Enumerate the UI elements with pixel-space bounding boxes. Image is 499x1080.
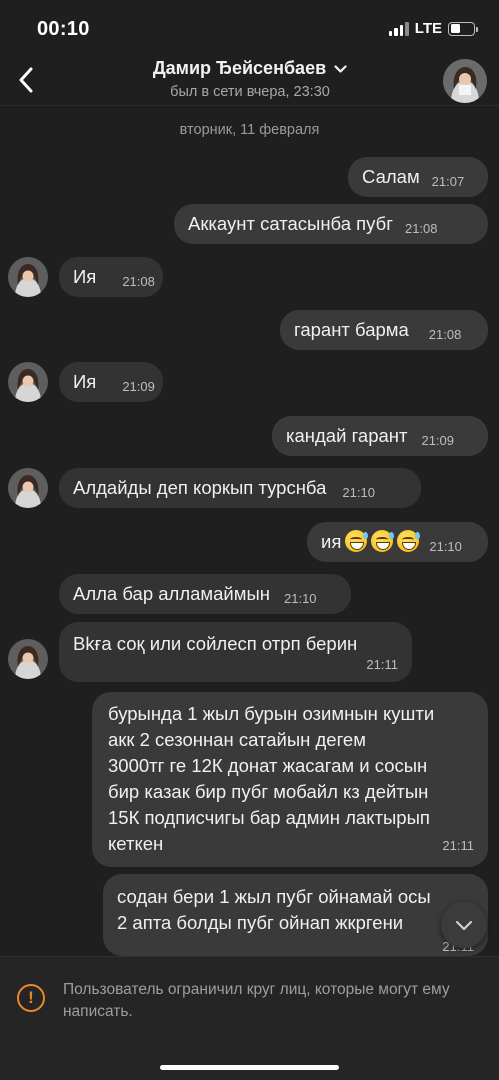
- sender-avatar[interactable]: [8, 468, 48, 508]
- outgoing-message[interactable]: гарант барма 21:08: [280, 310, 488, 350]
- last-seen-status: был в сети вчера, 23:30: [170, 84, 330, 100]
- message-text: Алла бар алламаймын: [73, 583, 270, 604]
- message-text: гарант барма: [294, 319, 409, 340]
- outgoing-message[interactable]: содан бери 1 жыл пубг ойнамай осы 2 апта…: [103, 874, 488, 956]
- message-time: 21:11: [442, 838, 474, 853]
- message-time: 21:10: [342, 485, 375, 500]
- message-time: 21:08: [404, 221, 438, 236]
- status-indicators: LTE: [388, 20, 478, 37]
- message-line: кеткен: [108, 833, 164, 854]
- incoming-message[interactable]: Вkға соқ или сойлесп отрп берин 21:11: [59, 622, 412, 682]
- incoming-message[interactable]: Алдайды деп коркып турснба 21:10: [59, 468, 421, 508]
- outgoing-message[interactable]: Аккаунт сатасынба пубг 21:08: [174, 204, 488, 244]
- contact-name: Дамир Ђейсенбаев: [152, 58, 327, 78]
- message-time: 21:07: [431, 174, 465, 189]
- home-indicator[interactable]: [160, 1065, 339, 1070]
- chevron-down-icon: [334, 58, 347, 79]
- sender-avatar[interactable]: [8, 639, 48, 679]
- message-text: Салам: [362, 166, 420, 187]
- message-line: 3000тг ге 12К донат жасагам и сосын: [108, 755, 428, 776]
- message-time: 21:09: [122, 379, 155, 394]
- outgoing-message[interactable]: Салам 21:07: [348, 157, 488, 197]
- grinning-sweat-emoji: [397, 530, 421, 552]
- contact-info[interactable]: Дамир Ђейсенбаев был в сети вчера, 23:30: [100, 58, 400, 100]
- message-text: Вkға соқ или сойлесп отрп берин: [73, 633, 358, 654]
- battery-icon: [448, 21, 478, 36]
- grinning-sweat-emoji: [371, 530, 395, 552]
- message-time: 21:08: [122, 274, 155, 289]
- outgoing-message[interactable]: ия 21:10: [307, 522, 488, 562]
- outgoing-message[interactable]: кандай гарант 21:09: [272, 416, 488, 456]
- grinning-sweat-emoji: [345, 530, 369, 552]
- back-arrow-icon: [19, 67, 33, 93]
- signal-icon: [388, 21, 409, 36]
- sender-avatar[interactable]: [8, 362, 48, 402]
- status-bar: 00:10 LTE: [0, 0, 499, 56]
- chat-header: Дамир Ђейсенбаев был в сети вчера, 23:30: [0, 56, 499, 106]
- home-area: [0, 1038, 499, 1080]
- scroll-down-chevron-icon: [455, 920, 473, 930]
- scroll-to-bottom-button[interactable]: [441, 902, 487, 948]
- message-line: содан бери 1 жыл пубг ойнамай осы: [117, 886, 431, 907]
- message-time: 21:09: [421, 433, 455, 448]
- network-label: LTE: [414, 20, 442, 37]
- message-line: бурында 1 жыл бурын озимнын кушти: [108, 703, 435, 724]
- message-time: 21:10: [284, 591, 317, 606]
- message-text: Ия: [73, 266, 97, 287]
- message-line: 15К подписчигы бар админ лактырып: [108, 807, 430, 828]
- incoming-message[interactable]: Ия 21:08: [59, 257, 163, 297]
- message-text: Аккаунт сатасынба пубг: [188, 213, 393, 234]
- warning-icon: !: [17, 984, 45, 1012]
- message-line: бир казак бир пубг мобайл кз дейтын: [108, 781, 429, 802]
- message-line: акк 2 сезоннан сатайын дегем: [108, 729, 366, 750]
- message-time: 21:10: [429, 539, 462, 554]
- incoming-message[interactable]: Ия 21:09: [59, 362, 163, 402]
- message-line: 2 апта болды пубг ойнап жкргени: [117, 912, 404, 933]
- restriction-notice: ! Пользователь ограничил круг лиц, котор…: [0, 956, 499, 1038]
- back-button[interactable]: [8, 62, 44, 98]
- outgoing-message[interactable]: бурында 1 жыл бурын озимнын кушти акк 2 …: [92, 692, 488, 867]
- message-text: ия: [321, 531, 342, 552]
- message-text: Алдайды деп коркып турснба: [73, 477, 327, 498]
- notice-text: Пользователь ограничил круг лиц, которые…: [63, 981, 450, 1020]
- message-list[interactable]: вторник, 11 февраля Салам 21:07 Аккаунт с…: [0, 106, 499, 956]
- message-text: Ия: [73, 371, 97, 392]
- contact-avatar[interactable]: [443, 59, 487, 103]
- sender-avatar[interactable]: [8, 257, 48, 297]
- status-time: 00:10: [37, 18, 90, 40]
- message-text: кандай гарант: [286, 425, 408, 446]
- date-separator: вторник, 11 февраля: [179, 122, 320, 138]
- message-time: 21:08: [428, 327, 462, 342]
- incoming-message[interactable]: Алла бар алламаймын 21:10: [59, 574, 351, 614]
